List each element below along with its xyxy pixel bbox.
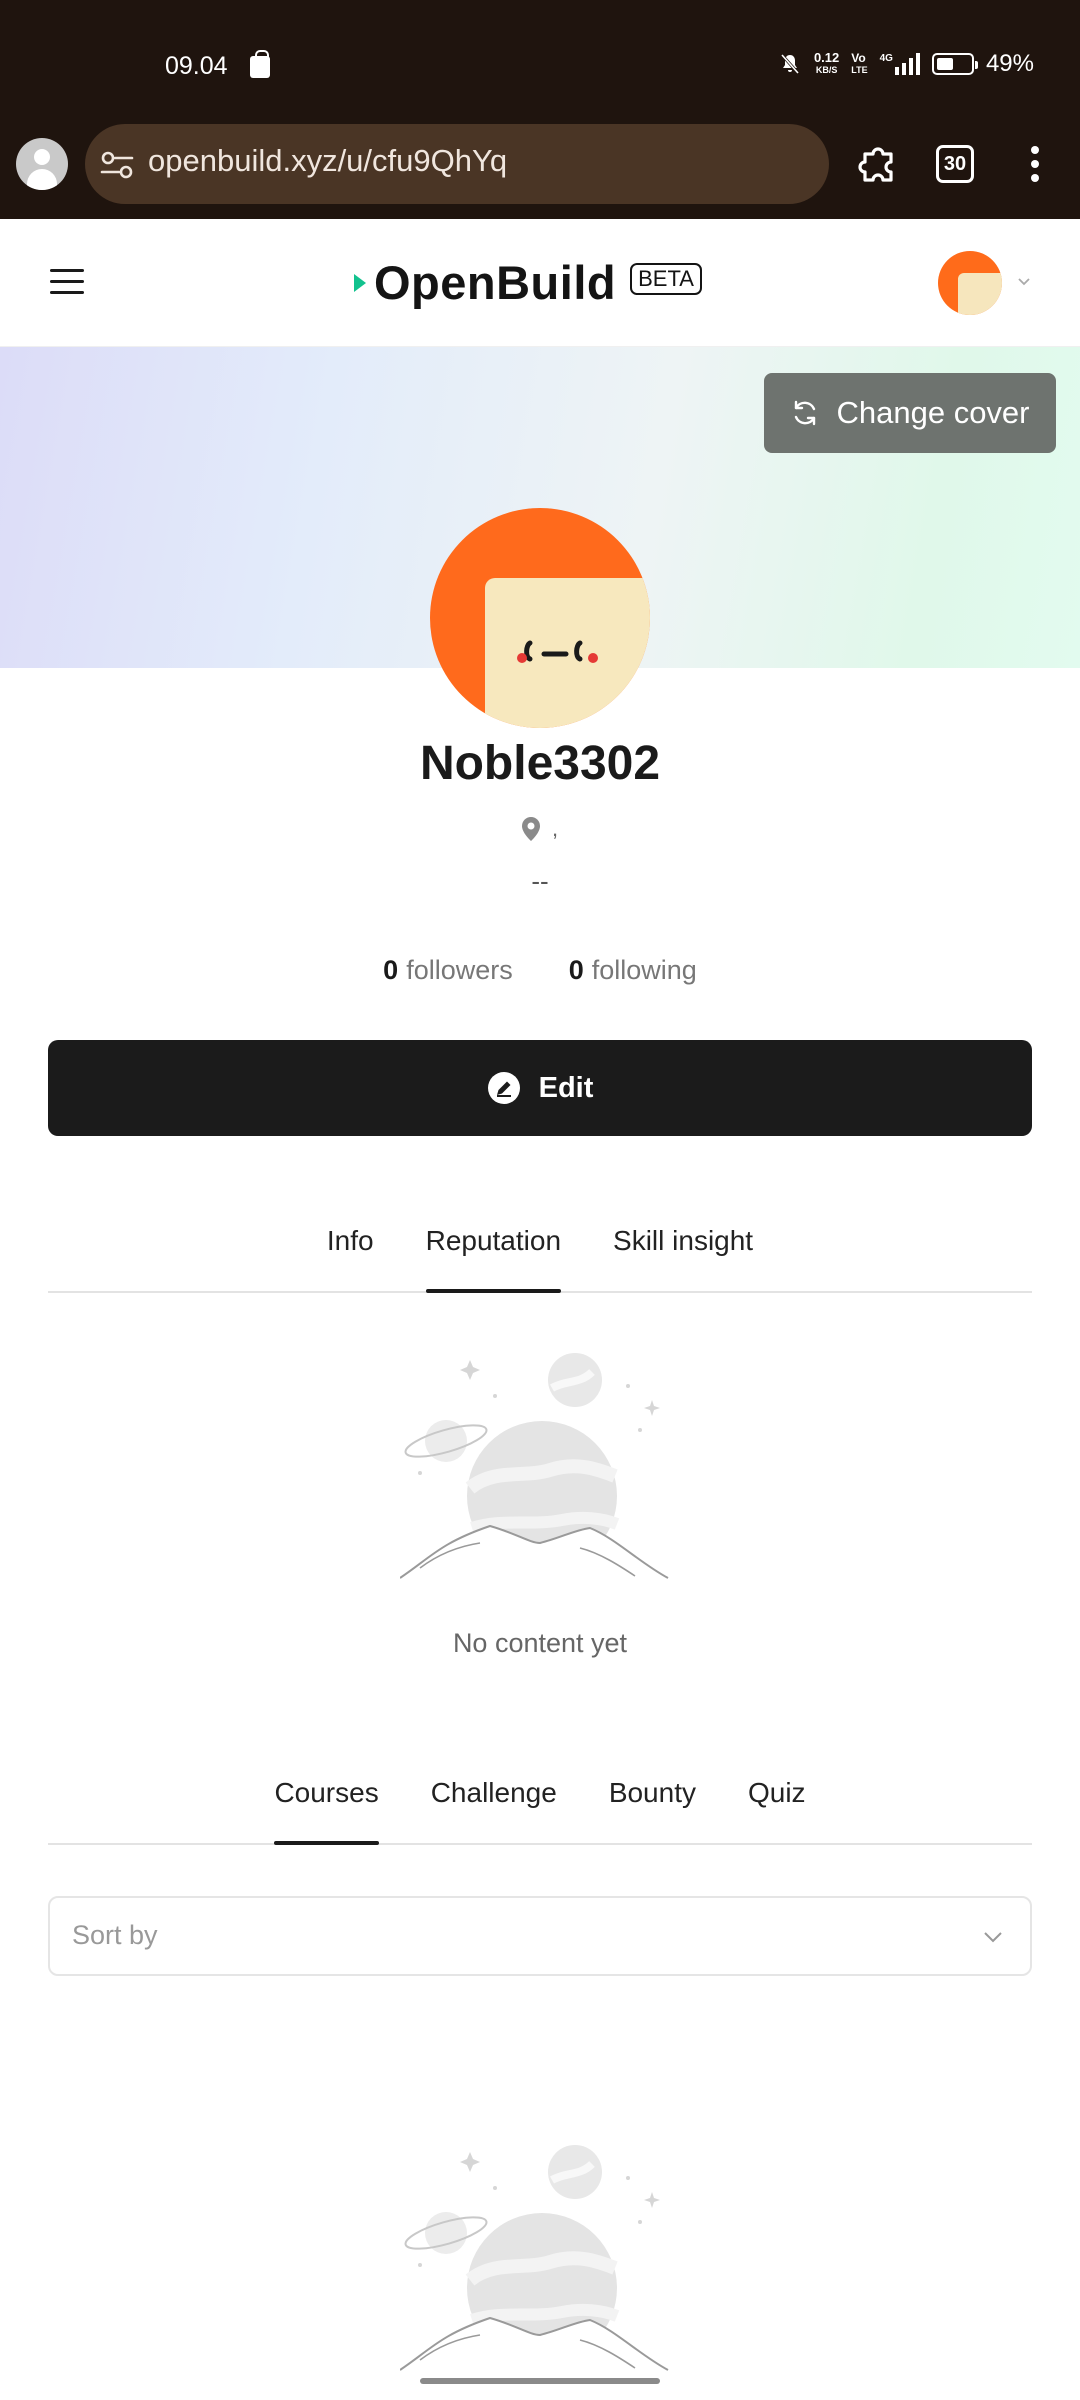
network-type: 4G xyxy=(879,53,893,64)
edit-label: Edit xyxy=(538,1071,594,1104)
sort-by-select[interactable]: Sort by xyxy=(48,1896,1032,1976)
empty-state-illustration xyxy=(400,1353,669,1579)
location-text: , xyxy=(552,816,559,841)
tab-skill-insight[interactable]: Skill insight xyxy=(613,1225,753,1291)
extensions-icon[interactable] xyxy=(855,138,903,186)
battery-icon xyxy=(931,53,978,75)
sort-by-placeholder: Sort by xyxy=(72,1920,158,1950)
site-settings-icon[interactable] xyxy=(100,150,134,180)
tab-quiz[interactable]: Quiz xyxy=(748,1777,806,1843)
profile-bio: -- xyxy=(531,866,549,896)
profile-location: , xyxy=(518,815,558,843)
following-count: 0 xyxy=(568,955,584,985)
beta-badge: BETA xyxy=(630,262,702,295)
profile-tabs: Info Reputation Skill insight xyxy=(48,1225,1032,1293)
user-avatar[interactable] xyxy=(938,251,1002,315)
site-header: OpenBuild BETA xyxy=(0,219,1080,347)
follow-stats: 0 followers 0 following xyxy=(0,955,1080,986)
status-time: 09.04 xyxy=(165,52,228,80)
chevron-down-icon[interactable] xyxy=(1017,275,1031,289)
followers-label: followers xyxy=(406,955,513,985)
profile-avatar xyxy=(430,508,650,728)
battery-percent: 49% xyxy=(985,50,1034,77)
mute-bell-icon xyxy=(780,54,800,74)
refresh-icon xyxy=(795,400,816,426)
home-indicator[interactable] xyxy=(420,2378,660,2384)
profile-username: Noble3302 xyxy=(419,737,661,790)
volte-bottom: LTE xyxy=(851,65,868,75)
tab-reputation[interactable]: Reputation xyxy=(425,1225,562,1293)
following-stat[interactable]: 0 following xyxy=(569,955,697,986)
chevron-down-icon xyxy=(984,1932,1002,1943)
more-options-icon[interactable] xyxy=(1030,146,1040,182)
status-indicators: 0.12 KB/S Vo LTE 4G 49% xyxy=(778,50,1034,78)
tab-bounty[interactable]: Bounty xyxy=(609,1777,696,1843)
activity-tabs: Courses Challenge Bounty Quiz xyxy=(48,1777,1032,1845)
shopping-bag-icon xyxy=(250,50,270,78)
volte-indicator: Vo LTE xyxy=(851,52,867,76)
empty-state-text: No content yet xyxy=(452,1628,628,1658)
signal-bars-icon xyxy=(894,53,920,75)
site-logo[interactable]: OpenBuild BETA xyxy=(352,255,702,310)
signal-indicator: 4G xyxy=(880,53,920,75)
logo-arrow-icon xyxy=(354,273,366,292)
following-label: following xyxy=(591,955,697,985)
network-speed-value: 0.12 xyxy=(813,50,840,65)
url-text[interactable]: openbuild.xyz/u/cfu9QhYq xyxy=(148,143,507,179)
tab-switcher-icon[interactable]: 30 xyxy=(936,145,974,183)
location-pin-icon xyxy=(522,817,540,841)
logo-text: OpenBuild xyxy=(374,256,617,309)
followers-count: 0 xyxy=(383,955,399,985)
network-speed: 0.12 KB/S xyxy=(814,51,839,77)
hamburger-menu-icon[interactable] xyxy=(50,269,84,295)
browser-profile-icon[interactable] xyxy=(16,138,68,190)
empty-state-illustration xyxy=(400,2145,669,2371)
avatar-face-icon xyxy=(517,640,598,663)
edit-pencil-icon xyxy=(487,1072,520,1104)
change-cover-label: Change cover xyxy=(836,395,1030,430)
tab-challenge[interactable]: Challenge xyxy=(431,1777,557,1843)
edit-profile-button[interactable]: Edit xyxy=(48,1040,1032,1136)
network-speed-unit: KB/S xyxy=(815,65,838,75)
change-cover-button[interactable]: Change cover xyxy=(764,373,1056,453)
tab-info[interactable]: Info xyxy=(327,1225,374,1291)
tab-courses[interactable]: Courses xyxy=(274,1777,379,1845)
followers-stat[interactable]: 0 followers xyxy=(383,955,513,986)
volte-top: Vo xyxy=(851,51,866,65)
